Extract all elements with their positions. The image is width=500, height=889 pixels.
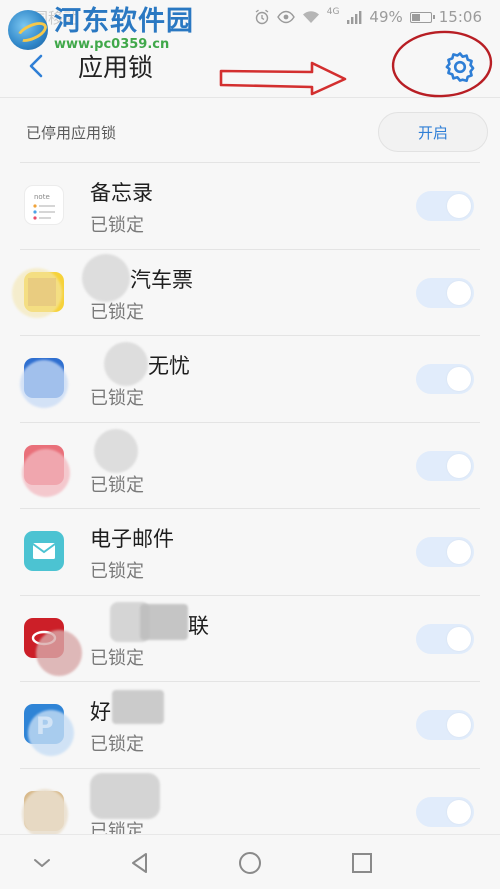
status-right: 4G 49% 15:06 [254,7,482,26]
watermark-logo-icon [8,9,48,50]
blur-mask [104,342,148,386]
circle-home-icon[interactable] [236,849,264,877]
lock-toggle[interactable] [416,364,474,394]
app-name: 联 [188,613,209,638]
app-status: 已锁定 [90,301,144,323]
app-status: 已锁定 [90,561,144,582]
battery-percent: 49% [369,8,403,26]
app-row[interactable]: 无忧 已锁定 [20,335,480,422]
svg-text:note: note [34,193,50,201]
lock-toggle[interactable] [416,450,474,481]
app-name: 备忘录 [90,181,153,205]
blur-mask [28,710,74,756]
eye-icon [276,10,295,24]
watermark: 河东软件园 www.pc0359.cn [8,8,194,51]
app-row[interactable]: 已锁定 [20,421,480,509]
clock: 15:06 [438,8,482,26]
blur-mask [12,267,62,318]
app-status: 已锁定 [90,388,144,409]
toggle-knob [447,540,471,564]
blur-mask [20,360,68,408]
app-row[interactable]: P 好 已锁定 [20,681,480,768]
toggle-knob [447,367,471,391]
watermark-url: www.pc0359.cn [54,37,170,52]
page-title: 应用锁 [78,53,154,82]
toggle-knob [447,194,471,218]
nav-bar [0,834,500,889]
app-status: 已锁定 [90,215,144,236]
gear-icon[interactable] [443,50,477,84]
alarm-icon [255,9,269,25]
app-row[interactable]: 联 已锁定 [20,594,480,682]
battery-fill [411,13,420,21]
lock-toggle[interactable] [416,623,474,654]
app-row[interactable]: 汽车票 已锁定 [12,248,480,336]
lock-toggle[interactable] [416,710,474,740]
disabled-label: 已停用应用锁 [26,124,117,142]
notes-icon: note [24,185,64,225]
enable-button[interactable]: 开启 [378,112,488,152]
app-list: note 备忘录 已锁定 汽车票 已锁定 无忧 已锁定 已锁定 电子邮件 已锁定… [0,162,500,854]
blur-mask [82,253,130,302]
back-arrow-icon[interactable] [24,52,52,80]
watermark-text: 河东软件园 www.pc0359.cn [54,8,194,51]
battery-icon [409,11,435,23]
blur-mask [94,428,138,473]
triangle-back-icon[interactable] [126,849,154,877]
blur-mask [22,788,68,839]
lock-toggle[interactable] [416,191,474,221]
watermark-title: 河东软件园 [54,6,194,37]
lock-toggle[interactable] [416,537,474,567]
toggle-knob [447,280,471,305]
app-name: 电子邮件 [90,527,174,551]
lock-toggle[interactable] [416,796,474,827]
network-type: 4G [326,7,340,17]
app-name: 无忧 [148,354,190,378]
screen: 中国移动 4G 49% 15:06 河东软件园 www.pc0359.cn 应用… [0,0,500,889]
chevron-down-icon[interactable] [28,849,56,877]
email-icon [24,531,64,571]
app-name: 汽车票 [130,267,193,292]
blur-mask [112,690,164,724]
disabled-section: 已停用应用锁 开启 [0,104,500,160]
app-name: 好 [90,700,111,724]
toggle-knob [447,713,471,737]
toggle-knob [447,453,471,478]
app-row[interactable]: note 备忘录 已锁定 [20,162,480,249]
app-status: 已锁定 [90,474,144,496]
signal-icon [347,11,362,24]
blur-mask [22,448,70,497]
square-recents-icon[interactable] [348,849,376,877]
blur-mask [140,603,188,640]
wifi-icon [302,11,319,23]
blur-mask [90,772,160,819]
toggle-knob [447,799,471,824]
toggle-knob [447,626,471,651]
app-row[interactable]: 电子邮件 已锁定 [20,508,480,595]
app-status: 已锁定 [90,647,144,669]
app-status: 已锁定 [90,734,144,755]
lock-toggle[interactable] [416,277,474,308]
blur-mask [36,629,82,676]
